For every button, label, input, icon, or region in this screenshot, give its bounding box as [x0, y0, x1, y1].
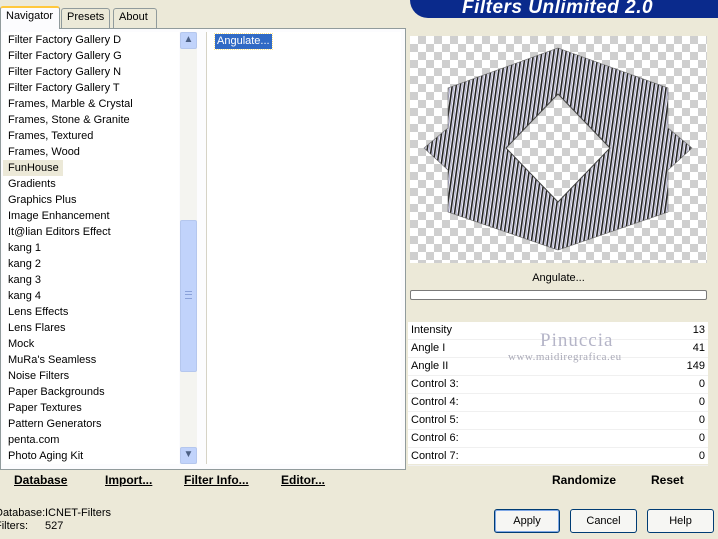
filter-info-label: Filter Info...	[184, 473, 249, 487]
chevron-up-icon: ▲	[183, 34, 194, 45]
category-item[interactable]: Frames, Marble & Crystal	[3, 96, 179, 112]
category-item[interactable]: Pattern Generators	[3, 416, 179, 432]
category-item[interactable]: kang 2	[3, 256, 179, 272]
category-item[interactable]: penta.com	[3, 432, 179, 448]
parameter-value[interactable]: 149	[687, 360, 705, 372]
category-item[interactable]: Frames, Stone & Granite	[3, 112, 179, 128]
category-item[interactable]: kang 4	[3, 288, 179, 304]
tab-about[interactable]: About	[113, 8, 157, 28]
parameter-row[interactable]: Control 6: 0	[408, 430, 708, 448]
help-button[interactable]: Help	[647, 509, 714, 533]
category-item[interactable]: Frames, Textured	[3, 128, 179, 144]
parameter-value[interactable]: 0	[699, 378, 705, 390]
parameter-value[interactable]: 13	[693, 324, 705, 336]
category-list[interactable]: Filter Factory Gallery D Filter Factory G…	[3, 32, 179, 464]
parameter-label: Control 6:	[411, 432, 459, 444]
category-scrollbar[interactable]: ▲ ▼	[180, 32, 197, 464]
reset-button[interactable]: Reset	[651, 473, 684, 487]
progress-bar	[410, 290, 707, 300]
randomize-button[interactable]: Randomize	[552, 473, 616, 487]
editor-button[interactable]: Editor...	[281, 473, 325, 487]
category-item[interactable]: Noise Filters	[3, 368, 179, 384]
category-item[interactable]: Graphics Plus	[3, 192, 179, 208]
chevron-down-icon: ▼	[183, 449, 194, 460]
watermark-title: Pinuccia	[540, 330, 614, 351]
tab-presets[interactable]: Presets	[61, 8, 110, 28]
category-item[interactable]: It@lian Editors Effect	[3, 224, 179, 240]
filter-info-button[interactable]: Filter Info...	[184, 473, 249, 487]
parameter-value[interactable]: 0	[699, 432, 705, 444]
randomize-label: Randomize	[552, 473, 617, 487]
category-item[interactable]: Lens Effects	[3, 304, 179, 320]
scroll-thumb[interactable]	[180, 220, 197, 372]
preview-image	[423, 47, 693, 251]
database-button[interactable]: Database	[14, 473, 67, 487]
category-item[interactable]: Filter Factory Gallery T	[3, 80, 179, 96]
category-item[interactable]: Filter Factory Gallery G	[3, 48, 179, 64]
preview-area	[410, 36, 707, 263]
database-status-value: ICNET-Filters	[45, 507, 111, 519]
scroll-down-button[interactable]: ▼	[180, 447, 197, 464]
parameter-label: Control 7:	[411, 450, 459, 462]
filters-status-label: Filters:	[0, 520, 28, 532]
status-area: Database:ICNET-Filters Filters: 527	[0, 507, 111, 533]
import-label: Import...	[105, 473, 153, 487]
parameter-value[interactable]: 41	[693, 342, 705, 354]
parameter-label: Angle II	[411, 360, 449, 372]
category-item[interactable]: kang 3	[3, 272, 179, 288]
category-item[interactable]: Gradients	[3, 176, 179, 192]
parameter-row[interactable]: Control 7: 0	[408, 448, 708, 466]
import-button[interactable]: Import...	[105, 473, 152, 487]
navigator-panel: Filter Factory Gallery D Filter Factory G…	[0, 28, 406, 470]
parameter-value[interactable]: 0	[699, 450, 705, 462]
app-title-banner: Filters Unlimited 2.0	[410, 0, 718, 18]
parameter-value[interactable]: 0	[699, 396, 705, 408]
parameter-row[interactable]: Control 4: 0	[408, 394, 708, 412]
cancel-button[interactable]: Cancel	[570, 509, 637, 533]
app-title: Filters Unlimited 2.0	[462, 0, 654, 18]
parameter-value[interactable]: 0	[699, 414, 705, 426]
filters-status-value: 527	[45, 520, 64, 532]
category-item[interactable]: Filter Factory Gallery N	[3, 64, 179, 80]
category-item[interactable]: FunHouse	[3, 160, 63, 176]
category-item[interactable]: MuRa's Seamless	[3, 352, 179, 368]
row-divider	[408, 465, 708, 466]
database-status-label: Database:	[0, 507, 46, 519]
parameter-row[interactable]: Control 5: 0	[408, 412, 708, 430]
category-item[interactable]: Paper Textures	[3, 400, 179, 416]
apply-button[interactable]: Apply	[494, 509, 560, 533]
preview-filter-name: Angulate...	[410, 268, 707, 288]
category-item[interactable]: Frames, Wood	[3, 144, 179, 160]
filter-item-selected[interactable]: Angulate...	[214, 33, 273, 50]
category-item[interactable]: kang 1	[3, 240, 179, 256]
parameter-label: Control 4:	[411, 396, 459, 408]
editor-label: Editor...	[281, 473, 326, 487]
reset-label: Reset	[651, 473, 684, 487]
parameter-label: Intensity	[411, 324, 452, 336]
category-item[interactable]: Filter Factory Gallery D	[3, 32, 179, 48]
watermark-subtitle: www.maidiregrafica.eu	[508, 351, 622, 363]
category-item[interactable]: Mock	[3, 336, 179, 352]
category-item[interactable]: Lens Flares	[3, 320, 179, 336]
grip-icon	[185, 291, 192, 299]
category-item[interactable]: Photo Aging Kit	[3, 448, 179, 464]
category-item[interactable]: Image Enhancement	[3, 208, 179, 224]
tab-navigator[interactable]: Navigator	[0, 6, 60, 29]
parameter-label: Control 5:	[411, 414, 459, 426]
database-label: Database	[14, 473, 68, 487]
filter-list[interactable]: Angulate...	[206, 32, 401, 464]
parameter-label: Angle I	[411, 342, 446, 354]
parameter-label: Control 3:	[411, 378, 459, 390]
category-item[interactable]: Paper Backgrounds	[3, 384, 179, 400]
parameter-row[interactable]: Control 3: 0	[408, 376, 708, 394]
scroll-up-button[interactable]: ▲	[180, 32, 197, 49]
